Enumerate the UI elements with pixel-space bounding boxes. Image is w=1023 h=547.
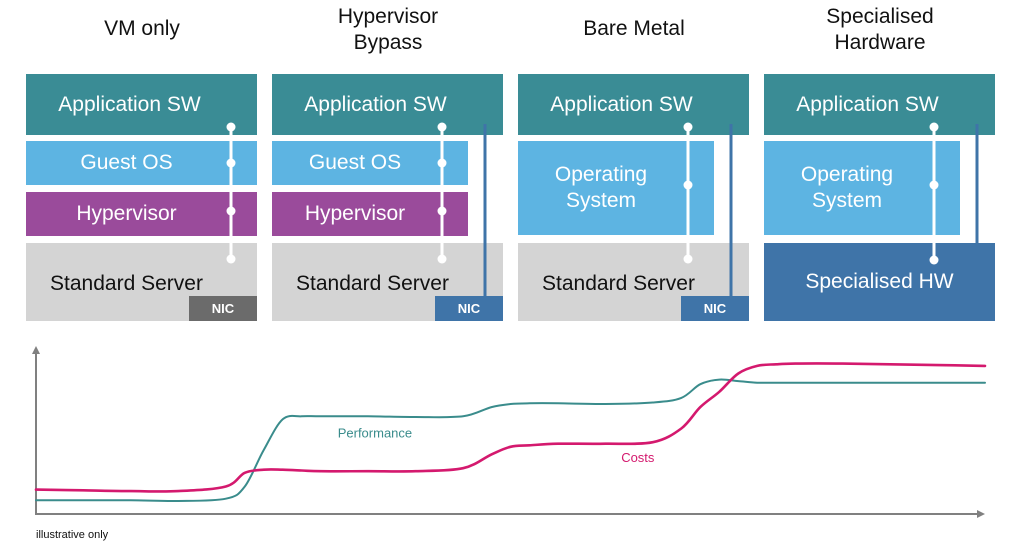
- chart-axes: [35, 352, 979, 515]
- column-title: Specialised Hardware: [764, 4, 996, 56]
- performance-cost-chart: Performance Costs: [32, 346, 987, 518]
- nic-badge: NIC: [189, 296, 257, 321]
- series-line-performance: [35, 378, 986, 503]
- nic-badge: NIC: [435, 296, 503, 321]
- layer-app: Application SW: [26, 74, 257, 135]
- layer-label: Hypervisor: [304, 202, 406, 225]
- series-label-costs: Costs: [621, 450, 655, 465]
- layer-label: Standard Server: [296, 272, 449, 295]
- y-axis-arrow-icon: [32, 346, 40, 354]
- column-title: Hypervisor Bypass: [272, 4, 504, 56]
- layer-shw: Specialised HW: [764, 243, 995, 321]
- layer-label: Standard Server: [542, 272, 695, 295]
- column-title: Bare Metal: [518, 16, 750, 42]
- layer-label: Application SW: [796, 92, 939, 116]
- layer-os: Operating System: [518, 141, 714, 235]
- layer-label: Specialised HW: [805, 270, 954, 293]
- layer-os: Operating System: [764, 141, 960, 235]
- layer-app: Application SW: [272, 74, 503, 135]
- layer-label: Application SW: [58, 92, 201, 116]
- layer-hyp: Hypervisor: [26, 192, 257, 236]
- layer-label: Operating System: [800, 163, 894, 212]
- series-label-performance: Performance: [338, 426, 412, 441]
- nic-badge: NIC: [681, 296, 749, 321]
- x-axis-arrow-icon: [977, 510, 985, 518]
- layer-label: Operating System: [554, 163, 648, 212]
- layer-label: Application SW: [304, 92, 447, 116]
- footnote: illustrative only: [36, 529, 109, 541]
- layer-hyp: Hypervisor: [272, 192, 468, 236]
- layer-app: Application SW: [764, 74, 995, 135]
- column-title-line: Bare Metal: [583, 17, 685, 40]
- column-title-line: VM only: [104, 17, 180, 40]
- layer-label: Application SW: [550, 92, 693, 116]
- layer-app: Application SW: [518, 74, 749, 135]
- layer-label: Hypervisor: [76, 202, 177, 225]
- column-title-line: Hypervisor: [337, 5, 439, 28]
- column-title: VM only: [26, 16, 258, 42]
- column-title-line: Bypass: [353, 31, 423, 54]
- layer-label: Guest OS: [308, 151, 402, 174]
- layer-guest: Guest OS: [272, 141, 468, 185]
- layer-guest: Guest OS: [26, 141, 257, 185]
- column-title-line: Specialised: [826, 5, 934, 28]
- column-title-line: Hardware: [834, 31, 926, 54]
- layer-label: Guest OS: [80, 151, 173, 174]
- layer-label: Standard Server: [50, 272, 203, 295]
